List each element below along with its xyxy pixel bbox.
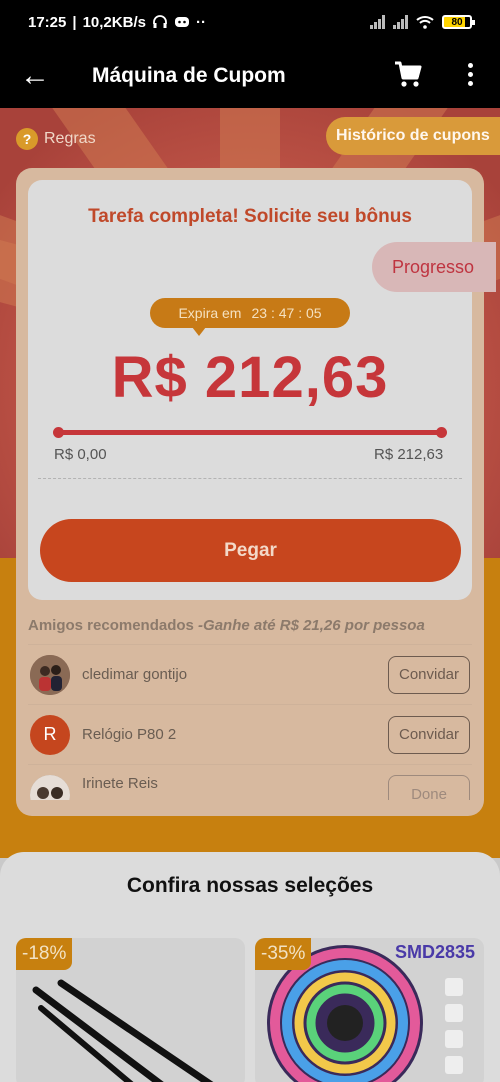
friends-title: Amigos recomendados bbox=[28, 617, 194, 634]
friend-row: R Relógio P80 2 Convidar bbox=[28, 704, 472, 764]
status-bar: 17:25 | 10,2KB/s ·· 80 bbox=[0, 0, 500, 44]
avatar bbox=[30, 654, 70, 695]
expiry-countdown: 23 : 47 : 05 bbox=[251, 305, 322, 321]
progress-bar bbox=[58, 430, 442, 435]
task-complete-text: Tarefa completa! Solicite seu bônus bbox=[88, 206, 412, 227]
rules-label: Regras bbox=[44, 130, 96, 147]
product-brand-text: SMD2835 bbox=[395, 942, 476, 962]
cart-icon[interactable] bbox=[392, 58, 424, 90]
discord-icon bbox=[174, 17, 189, 27]
bonus-amount: R$ 212,63 bbox=[111, 345, 389, 410]
rules-link[interactable]: ? Regras bbox=[16, 128, 96, 150]
friend-name: Irinete Reis bbox=[82, 775, 158, 792]
avatar bbox=[30, 775, 70, 800]
wifi-icon bbox=[416, 16, 434, 29]
selections-title: Confira nossas seleções bbox=[126, 874, 374, 897]
invite-button[interactable]: Convidar bbox=[388, 715, 470, 754]
progress-bar-fill bbox=[58, 430, 442, 435]
app-bar: ← Máquina de Cupom bbox=[0, 44, 500, 108]
progress-start-dot bbox=[53, 427, 64, 438]
status-time: 17:25 bbox=[28, 13, 67, 31]
help-icon: ? bbox=[16, 128, 38, 150]
battery-icon: 80 bbox=[442, 15, 475, 29]
product-card[interactable]: -35% SMD2835 bbox=[255, 938, 484, 1082]
divider bbox=[38, 478, 462, 479]
friend-row: cledimar gontijo Convidar bbox=[28, 644, 472, 704]
expiry-badge: Expira em 23 : 47 : 05 bbox=[150, 298, 350, 336]
expiry-label: Expira em bbox=[178, 305, 242, 321]
product-card[interactable]: -18% bbox=[16, 938, 245, 1082]
discount-badge: -35% bbox=[255, 938, 312, 970]
discount-badge: -18% bbox=[16, 938, 73, 970]
signal-icon-2 bbox=[393, 15, 408, 29]
progress-button[interactable]: Progresso bbox=[372, 242, 496, 292]
network-speed: 10,2KB/s bbox=[82, 13, 146, 31]
coupon-history-button[interactable]: Histórico de cupons bbox=[326, 117, 500, 155]
signal-icon bbox=[370, 15, 385, 29]
friends-subtitle: -Ganhe até R$ 21,26 por pessoa bbox=[198, 617, 425, 634]
invite-button[interactable]: Convidar bbox=[388, 655, 470, 694]
friend-row: Irinete Reis Done bbox=[28, 764, 472, 800]
page-title: Máquina de Cupom bbox=[92, 64, 286, 87]
progress-end-dot bbox=[436, 427, 447, 438]
progress-max-label: R$ 212,63 bbox=[374, 446, 444, 463]
back-arrow-icon[interactable]: ← bbox=[0, 44, 70, 108]
friends-heading: Amigos recomendados -Ganhe até R$ 21,26 … bbox=[28, 617, 425, 634]
notification-dots: ·· bbox=[195, 13, 206, 31]
headset-icon bbox=[153, 15, 167, 28]
done-button[interactable]: Done bbox=[388, 775, 470, 800]
friend-name: Relógio P80 2 bbox=[82, 726, 177, 743]
friend-name: cledimar gontijo bbox=[82, 666, 188, 683]
progress-min-label: R$ 0,00 bbox=[54, 446, 107, 463]
claim-button[interactable]: Pegar bbox=[40, 519, 461, 582]
avatar: R bbox=[30, 714, 70, 755]
more-options-icon[interactable] bbox=[455, 58, 485, 90]
